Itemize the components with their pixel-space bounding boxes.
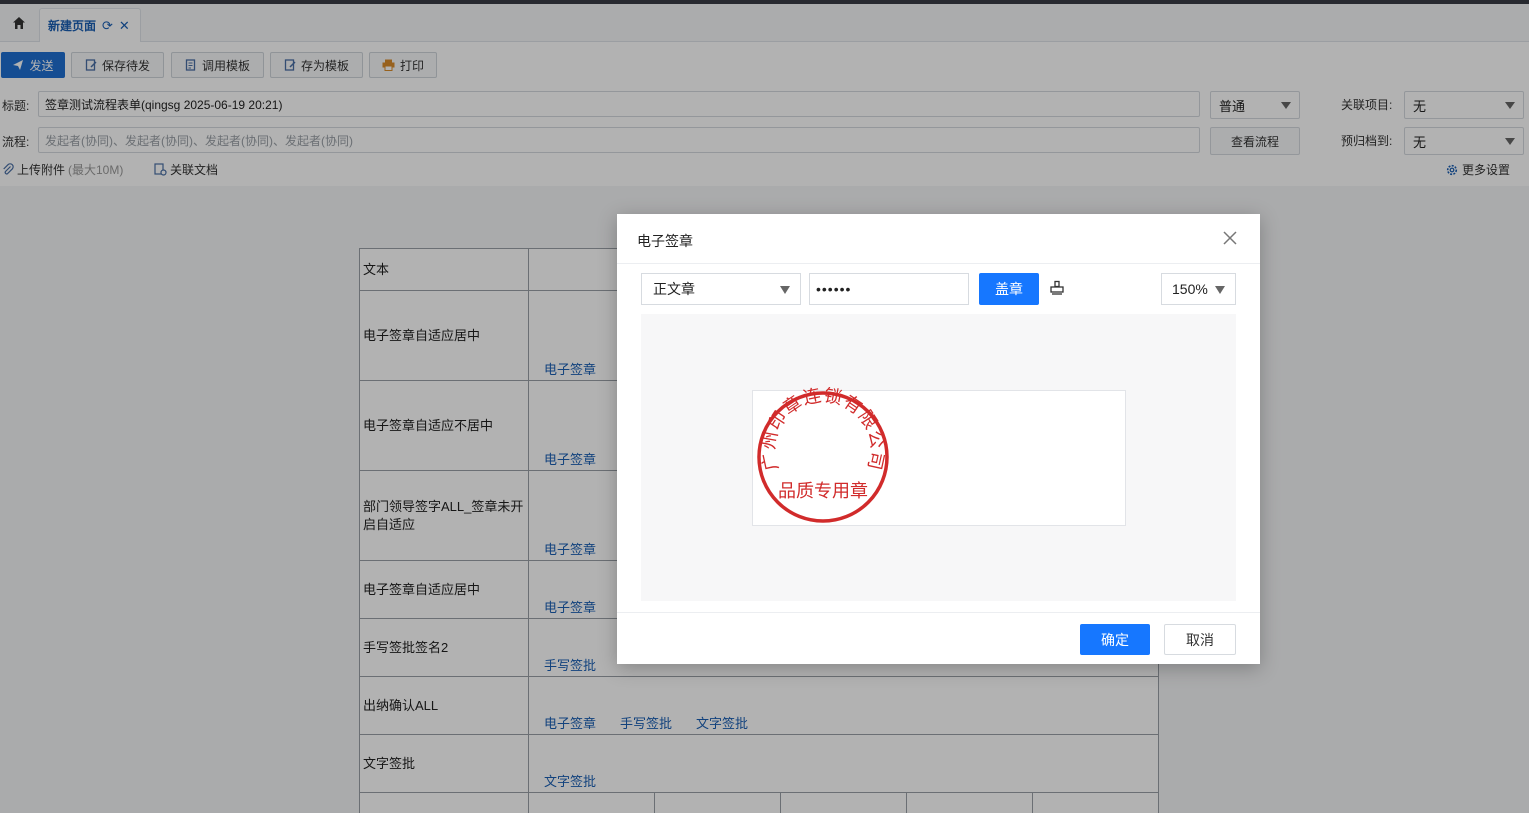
- seal-preview-area: 广州印章连锁有限公司 品质专用章: [641, 314, 1236, 601]
- dialog-header: 电子签章: [617, 214, 1260, 264]
- seal-stamp-image: 广州印章连锁有限公司 品质专用章: [757, 387, 889, 523]
- zoom-value: 150%: [1172, 281, 1208, 297]
- zoom-select[interactable]: 150%: [1161, 273, 1236, 305]
- seal-password-input[interactable]: ••••••: [809, 273, 969, 305]
- close-icon[interactable]: [1220, 228, 1240, 248]
- seal-type-select[interactable]: 正文章: [641, 273, 801, 305]
- dialog-title: 电子签章: [637, 233, 693, 249]
- dialog-footer: 确定 取消: [617, 612, 1260, 664]
- stamp-button[interactable]: 盖章: [979, 273, 1039, 305]
- seal-preview-paper: 广州印章连锁有限公司 品质专用章: [752, 387, 1126, 526]
- seal-type-value: 正文章: [653, 281, 695, 297]
- seal-center-text: 品质专用章: [778, 481, 868, 502]
- chevron-down-icon: [780, 286, 790, 294]
- chevron-down-icon: [1215, 286, 1225, 294]
- confirm-button[interactable]: 确定: [1080, 624, 1150, 655]
- stamp-icon[interactable]: [1049, 280, 1065, 296]
- seal-ring-text: 广州印章连锁有限公司: [758, 387, 887, 473]
- cancel-button[interactable]: 取消: [1164, 624, 1236, 655]
- e-seal-dialog: 电子签章 正文章 •••••• 盖章 150% 广州印章连锁有限公司 品质专用章…: [617, 214, 1260, 664]
